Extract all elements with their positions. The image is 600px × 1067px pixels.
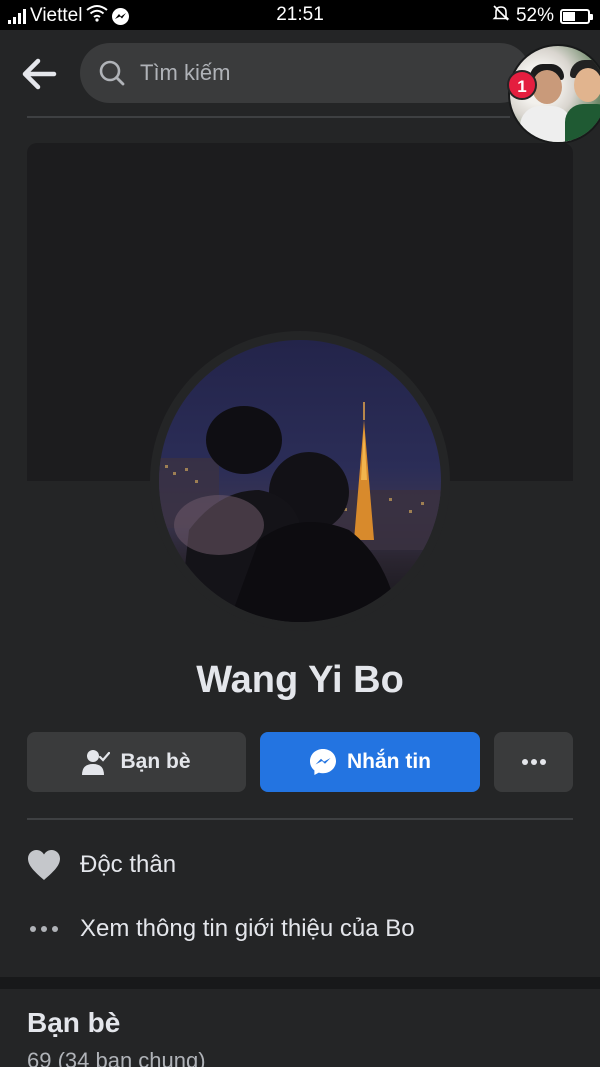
profile-photo-image <box>159 402 441 622</box>
battery-percent: 52% <box>515 5 554 26</box>
top-bar: Tìm kiếm 1 <box>0 30 600 144</box>
status-right: 52% <box>492 4 593 28</box>
friend-check-icon <box>82 750 111 775</box>
section-gap <box>0 977 600 989</box>
dots-icon <box>27 912 61 946</box>
profile-photo[interactable] <box>159 340 441 622</box>
mute-bell-icon <box>492 4 510 28</box>
back-button[interactable] <box>18 52 62 96</box>
search-icon <box>98 59 126 92</box>
friends-count[interactable]: 69 (34 bạn chung) <box>27 1048 206 1067</box>
more-options-button[interactable] <box>494 732 573 792</box>
messenger-icon <box>310 749 336 775</box>
see-about-link[interactable]: Xem thông tin giới thiệu của Bo <box>80 915 415 943</box>
status-bar: Viettel 21:51 52% <box>0 0 600 30</box>
search-placeholder: Tìm kiếm <box>140 60 231 85</box>
profile-name: Wang Yi Bo <box>196 659 404 701</box>
header-divider <box>27 116 510 118</box>
more-dots-icon <box>521 759 546 765</box>
friends-button[interactable]: Bạn bè <box>27 732 246 792</box>
battery-fill <box>563 11 576 21</box>
relationship-row: Độc thân <box>27 848 176 882</box>
message-button-label: Nhắn tin <box>347 750 431 773</box>
message-button[interactable]: Nhắn tin <box>260 732 480 792</box>
friends-section-title: Bạn bè <box>27 1007 121 1038</box>
chat-head-badge: 1 <box>507 70 537 100</box>
heart-icon <box>27 848 61 882</box>
friends-button-label: Bạn bè <box>120 750 191 773</box>
search-input[interactable]: Tìm kiếm <box>80 43 530 103</box>
section-divider <box>27 818 573 820</box>
back-arrow-icon <box>22 58 57 90</box>
see-about-row[interactable]: Xem thông tin giới thiệu của Bo <box>27 912 415 946</box>
relationship-status: Độc thân <box>80 851 177 878</box>
battery-icon <box>560 8 593 24</box>
